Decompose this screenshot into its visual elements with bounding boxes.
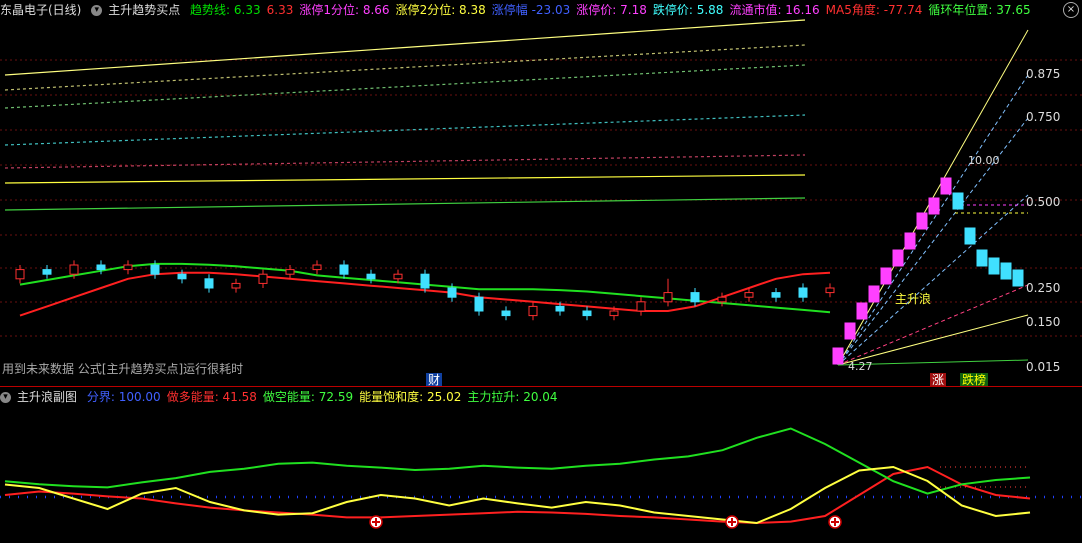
finance-tag[interactable]: 财 xyxy=(426,373,443,387)
limit-up-tag[interactable]: 涨 xyxy=(930,373,947,387)
candle-body xyxy=(177,273,187,280)
fib-label: 0.015 xyxy=(1026,360,1061,374)
candle-body xyxy=(393,273,403,280)
guide-line xyxy=(4,154,806,169)
candle-body xyxy=(420,273,430,289)
candle-body xyxy=(771,292,781,298)
fib-label: 0.150 xyxy=(1026,315,1061,329)
guide-line xyxy=(4,174,806,184)
candle-body xyxy=(15,269,25,280)
sub-param: 能量饱和度: 25.02 xyxy=(359,390,462,404)
wave-candle xyxy=(952,192,964,210)
candle-body xyxy=(285,269,295,275)
wave-candle xyxy=(964,227,976,245)
sub-series-line xyxy=(4,465,1031,525)
candle-body xyxy=(690,292,700,303)
candle-body xyxy=(501,310,511,317)
candle-body xyxy=(204,278,214,289)
wave-candle xyxy=(916,212,928,230)
candle-body xyxy=(717,296,727,303)
sub-param: 分界: 100.00 xyxy=(86,390,161,404)
wave-candle xyxy=(904,232,916,250)
wave-candle xyxy=(1012,269,1024,287)
candle-body xyxy=(744,292,754,298)
sub-series-line xyxy=(4,465,1031,525)
wave-candle xyxy=(844,322,856,340)
candle-body xyxy=(609,310,619,317)
candle-body xyxy=(663,292,673,303)
sub-param: 做空能量: 72.59 xyxy=(262,390,354,404)
candle-body xyxy=(555,305,565,312)
candle-body xyxy=(636,301,646,312)
candle-body xyxy=(474,296,484,312)
sub-params: 分界: 100.00 做多能量: 41.58 做空能量: 72.59 能量饱和度: 2… xyxy=(87,390,564,404)
fib-label: 0.500 xyxy=(1026,195,1061,209)
wave-candle xyxy=(988,257,1000,275)
candle-body xyxy=(312,264,322,271)
candle-body xyxy=(69,264,79,275)
candle-body xyxy=(123,264,133,271)
wave-annot: 主升浪 xyxy=(895,291,931,306)
guide-line xyxy=(4,44,806,91)
fib-label: 0.875 xyxy=(1026,67,1061,81)
chevron-down-icon[interactable]: ▾ xyxy=(0,392,11,403)
panel-divider xyxy=(0,386,1082,387)
low-annot: 4.27 xyxy=(848,360,873,373)
candle-body xyxy=(582,310,592,317)
candle-body xyxy=(258,273,268,284)
high-annot: 10.00 xyxy=(968,154,1000,167)
wave-candle xyxy=(1000,262,1012,280)
fib-label: 0.250 xyxy=(1026,281,1061,295)
wave-candle xyxy=(892,249,904,267)
candle-body xyxy=(150,264,160,275)
candle-body xyxy=(528,305,538,317)
fib-label: 0.750 xyxy=(1026,110,1061,124)
wave-candle xyxy=(832,347,844,365)
wave-candle xyxy=(940,177,952,195)
candle-body xyxy=(339,264,349,275)
guide-line xyxy=(4,19,806,76)
sub-param: 主力拉升: 20.04 xyxy=(467,390,558,404)
sub-chart xyxy=(0,427,1082,529)
candle-body xyxy=(96,264,106,271)
candle-body xyxy=(231,282,241,289)
candle-body xyxy=(366,273,376,280)
fan-line xyxy=(837,284,1029,366)
candle-body xyxy=(825,287,835,294)
candle-body xyxy=(798,287,808,298)
wave-candle xyxy=(856,302,868,320)
sub-chart-header: ▾ 主升浪副图 分界: 100.00 做多能量: 41.58 做空能量: 72.59 能… xyxy=(0,388,570,406)
sub-param: 做多能量: 41.58 xyxy=(166,390,257,404)
fan-line xyxy=(837,117,1029,366)
candle-body xyxy=(447,287,457,298)
limit-down-list-tag[interactable]: 跌榜 xyxy=(960,373,989,387)
formula-note: 用到未来数据 公式[主升趋势买点]运行很耗时 xyxy=(2,362,244,376)
guide-line xyxy=(4,64,806,109)
candle-body xyxy=(42,269,52,275)
wave-candle xyxy=(976,249,988,267)
wave-candle xyxy=(880,267,892,285)
wave-candle xyxy=(928,197,940,215)
sub-indicator-name[interactable]: 主升浪副图 xyxy=(17,390,77,404)
main-chart: 10.00 4.27 主升浪 xyxy=(0,19,1082,373)
wave-candle xyxy=(868,285,880,303)
